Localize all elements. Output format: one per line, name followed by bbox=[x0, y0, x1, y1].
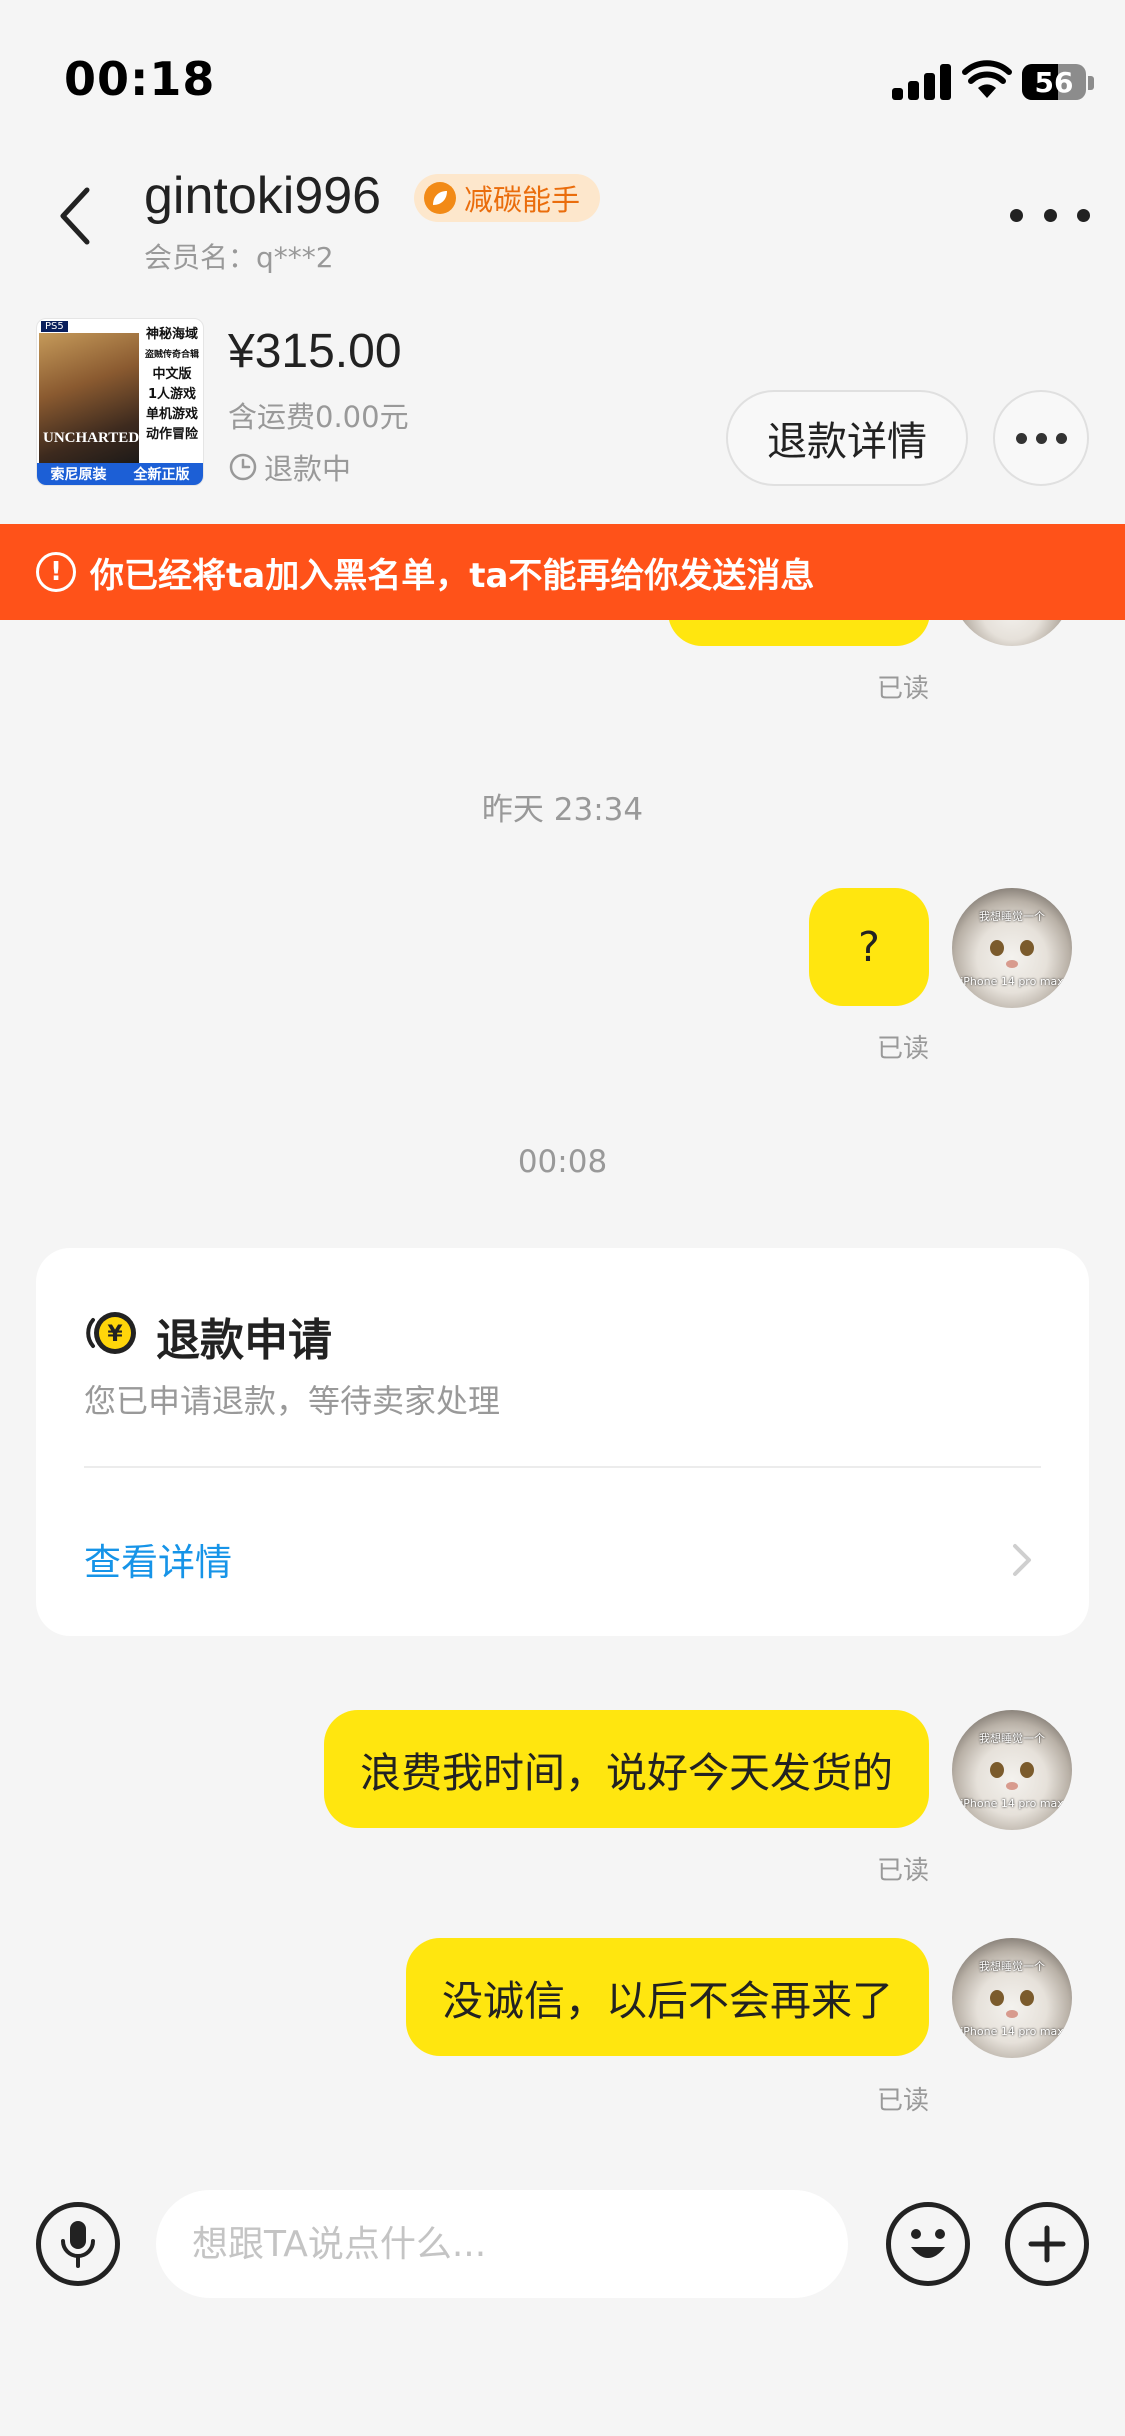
wifi-icon bbox=[962, 60, 1012, 98]
carbon-badge[interactable]: 减碳能手 bbox=[414, 174, 601, 222]
leaf-icon bbox=[424, 182, 456, 214]
avatar[interactable]: 我想睡觉一个 iPhone 14 pro max bbox=[952, 1938, 1072, 2058]
message-bubble[interactable]: 没诚信，以后不会再来了 bbox=[406, 1938, 929, 2056]
chevron-left-icon bbox=[60, 187, 90, 245]
avatar-nose bbox=[1006, 960, 1018, 968]
avatar-caption: iPhone 14 pro max bbox=[960, 1797, 1064, 1810]
cover-footer-right: 全新正版 bbox=[133, 467, 190, 483]
plus-icon bbox=[1028, 2225, 1066, 2263]
back-button[interactable] bbox=[44, 176, 104, 256]
avatar-eye bbox=[990, 1762, 1004, 1778]
dot bbox=[1015, 432, 1027, 444]
message-input[interactable] bbox=[156, 2190, 848, 2298]
message-bubble[interactable]: 浪费我时间，说好今天发货的 bbox=[324, 1710, 929, 1828]
smile-icon bbox=[911, 2229, 945, 2258]
avatar-nose bbox=[1006, 1782, 1018, 1790]
refund-status-label: 退款中 bbox=[264, 452, 352, 486]
platform-label: PS5 bbox=[41, 321, 68, 332]
cover-title: UNCHARTED bbox=[43, 430, 140, 446]
chevron-right-icon[interactable] bbox=[1007, 1540, 1037, 1580]
emoji-button[interactable] bbox=[886, 2202, 970, 2286]
voice-button[interactable] bbox=[36, 2202, 120, 2286]
product-thumbnail[interactable]: PS5 UNCHARTED 神秘海域 盗贼传奇合辑 中文版 1人游戏 单机游戏 … bbox=[36, 318, 204, 486]
read-receipt: 已读 bbox=[876, 674, 929, 704]
game-cover-art: PS5 UNCHARTED bbox=[39, 321, 140, 463]
cover-line: 神秘海域 bbox=[145, 327, 198, 342]
cover-line: 盗贼传奇合辑 bbox=[144, 350, 199, 360]
message-text: ? bbox=[858, 923, 880, 971]
chat-username[interactable]: gintoki996 bbox=[144, 166, 381, 226]
chat-timestamp: 昨天 23:34 bbox=[481, 792, 644, 828]
avatar-caption: iPhone 14 pro max bbox=[960, 975, 1064, 988]
add-button[interactable] bbox=[1005, 2202, 1089, 2286]
avatar-caption: iPhone 14 pro max bbox=[960, 2025, 1064, 2038]
cover-line: 动作冒险 bbox=[145, 427, 198, 442]
banner-text: 你已经将ta加入黑名单，ta不能再给你发送消息 bbox=[90, 555, 815, 596]
dot bbox=[1077, 208, 1090, 222]
refund-status: 退款中 bbox=[228, 446, 351, 488]
cover-line: 1人游戏 bbox=[147, 387, 197, 402]
badge-label: 减碳能手 bbox=[464, 183, 581, 217]
status-bar: 00:18 56 bbox=[0, 0, 1125, 150]
cover-line: 单机游戏 bbox=[145, 407, 198, 422]
cover-footer-left: 索尼原装 bbox=[50, 467, 107, 483]
yen-coin-icon: ¥ bbox=[86, 1312, 136, 1354]
more-options-button[interactable] bbox=[1010, 190, 1090, 240]
battery-cap bbox=[1088, 76, 1094, 90]
chat-screen: 00:18 56 gintoki996 减碳能手 会员名：q***2 PS5 U… bbox=[0, 0, 1125, 2436]
member-name: 会员名：q***2 bbox=[144, 241, 334, 274]
cover-footer: 索尼原装 全新正版 bbox=[37, 463, 203, 485]
avatar[interactable]: 我想睡觉一个 iPhone 14 pro max bbox=[952, 888, 1072, 1008]
shipping-fee: 含运费0.00元 bbox=[228, 400, 409, 434]
message-bubble[interactable]: ? bbox=[809, 888, 929, 1006]
clock-icon bbox=[229, 453, 257, 481]
refund-detail-button[interactable]: 退款详情 bbox=[726, 390, 968, 486]
blacklist-banner: ! 你已经将ta加入黑名单，ta不能再给你发送消息 bbox=[0, 524, 1125, 620]
dot bbox=[1055, 432, 1067, 444]
dot bbox=[1043, 208, 1057, 222]
message-text: 浪费我时间，说好今天发货的 bbox=[360, 1749, 893, 1797]
avatar-caption: 我想睡觉一个 bbox=[979, 1732, 1045, 1745]
dot bbox=[1010, 208, 1023, 222]
dot bbox=[1035, 432, 1047, 444]
chat-timestamp: 00:08 bbox=[517, 1144, 608, 1180]
read-receipt: 已读 bbox=[876, 1856, 929, 1886]
battery-level: 56 bbox=[1034, 66, 1074, 99]
microphone-icon bbox=[61, 2221, 95, 2268]
avatar-nose bbox=[1006, 2010, 1018, 2018]
product-price: ¥315.00 bbox=[228, 325, 402, 378]
warning-icon: ! bbox=[36, 552, 76, 592]
view-details-link[interactable]: 查看详情 bbox=[84, 1532, 232, 1586]
avatar-caption: 我想睡觉一个 bbox=[979, 910, 1045, 923]
divider bbox=[84, 1466, 1041, 1468]
cover-text: 神秘海域 盗贼传奇合辑 中文版 1人游戏 单机游戏 动作冒险 bbox=[141, 325, 203, 445]
refund-request-card[interactable]: ¥ 退款申请 您已申请退款，等待卖家处理 查看详情 bbox=[36, 1248, 1089, 1636]
svg-text:¥: ¥ bbox=[107, 1322, 123, 1347]
cover-line: 中文版 bbox=[152, 367, 192, 382]
status-time: 00:18 bbox=[64, 52, 216, 106]
refund-card-title: 退款申请 bbox=[156, 1315, 332, 1366]
avatar[interactable]: 我想睡觉一个 iPhone 14 pro max bbox=[952, 1710, 1072, 1830]
message-text: 没诚信，以后不会再来了 bbox=[442, 1977, 893, 2025]
avatar-eye bbox=[990, 1990, 1004, 2006]
read-receipt: 已读 bbox=[876, 1034, 929, 1064]
battery-icon: 56 bbox=[1022, 64, 1086, 100]
product-more-button[interactable] bbox=[993, 390, 1089, 486]
avatar-caption: 我想睡觉一个 bbox=[979, 1960, 1045, 1973]
read-receipt: 已读 bbox=[876, 2086, 929, 2116]
avatar-eye bbox=[990, 940, 1004, 956]
avatar-eye bbox=[1020, 1990, 1034, 2006]
signal-icon bbox=[892, 64, 954, 100]
avatar-eye bbox=[1020, 940, 1034, 956]
refund-card-subtitle: 您已申请退款，等待卖家处理 bbox=[84, 1382, 501, 1420]
avatar-eye bbox=[1020, 1762, 1034, 1778]
